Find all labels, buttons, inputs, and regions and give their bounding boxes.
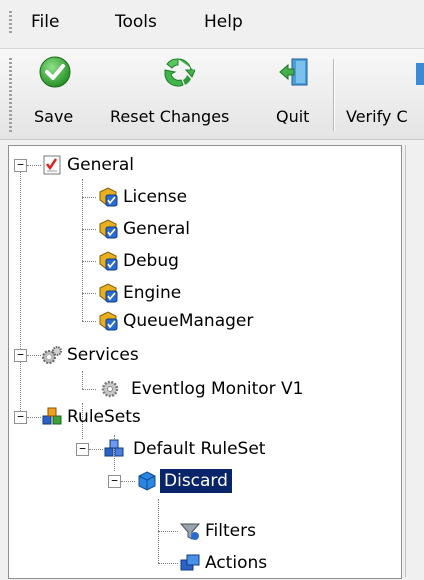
tree-node-label: General xyxy=(123,219,190,239)
tree-line xyxy=(82,261,96,262)
tree-line xyxy=(121,481,135,482)
tree-line xyxy=(27,417,41,418)
tree-node-label: QueueManager xyxy=(123,311,254,331)
gear-shield-icon xyxy=(99,283,118,303)
windows-icon xyxy=(180,554,200,571)
save-button[interactable]: Save xyxy=(24,49,82,139)
verify-button[interactable]: Verify C xyxy=(338,49,424,139)
toolbar-grip[interactable] xyxy=(9,58,12,134)
tree-line xyxy=(27,355,41,356)
checklist-icon xyxy=(43,155,61,175)
verify-icon xyxy=(416,63,424,85)
exit-door-icon xyxy=(279,58,308,86)
tree-node-label: General xyxy=(67,155,134,175)
tree-line xyxy=(89,449,103,450)
tree-line xyxy=(82,293,96,294)
checkmark-icon xyxy=(39,56,71,88)
toolbar-separator xyxy=(333,59,335,131)
tree-line xyxy=(82,321,96,322)
tree-line xyxy=(82,371,83,389)
tree-line xyxy=(20,165,21,411)
tree-line xyxy=(82,389,96,390)
reset-changes-button[interactable]: Reset Changes xyxy=(106,49,260,139)
funnel-icon xyxy=(179,523,201,540)
save-label: Save xyxy=(34,107,74,126)
collapse-default-ruleset-toggle[interactable]: − xyxy=(76,443,89,456)
quit-label: Quit xyxy=(276,107,310,126)
verify-label: Verify C xyxy=(346,107,408,126)
collapse-rulesets-toggle[interactable]: − xyxy=(14,411,27,424)
tree-node-label: Filters xyxy=(205,521,256,541)
menu-bar: File Tools Help xyxy=(0,0,424,44)
gear-shield-icon xyxy=(99,187,118,207)
tree-node-label: Actions xyxy=(205,553,268,573)
tree-line xyxy=(158,531,178,532)
tree-node-label: Discard xyxy=(160,469,232,493)
tree-node-label: Services xyxy=(67,345,139,365)
tree-line xyxy=(158,563,178,564)
collapse-services-toggle[interactable]: − xyxy=(14,349,27,362)
menu-grip[interactable] xyxy=(9,11,12,33)
tree-node-label: Default RuleSet xyxy=(133,439,266,459)
tree-node-label: License xyxy=(123,187,188,207)
menu-file[interactable]: File xyxy=(24,10,66,34)
collapse-general-toggle[interactable]: − xyxy=(14,159,27,172)
config-tree[interactable]: − − − − − General License General Debug … xyxy=(8,145,402,579)
blue-cubes-icon xyxy=(104,439,124,457)
toolbar: Save Reset Changes Quit Verify C xyxy=(0,48,424,140)
quit-button[interactable]: Quit xyxy=(266,49,328,139)
tree-line xyxy=(82,229,96,230)
menu-tools[interactable]: Tools xyxy=(108,10,164,34)
tree-line xyxy=(82,197,96,198)
tree-node-label: Eventlog Monitor V1 xyxy=(131,379,304,399)
recycle-arrows-icon xyxy=(164,58,195,87)
gears-icon xyxy=(42,346,62,364)
cubes-icon xyxy=(42,407,62,425)
gear-shield-icon xyxy=(99,251,118,271)
tree-node-label: RuleSets xyxy=(67,407,141,427)
reset-changes-label: Reset Changes xyxy=(110,107,230,126)
gear-icon xyxy=(101,380,119,398)
tree-line xyxy=(82,179,83,321)
tree-line xyxy=(27,165,41,166)
gear-shield-icon xyxy=(99,219,118,239)
gear-shield-icon xyxy=(99,311,118,331)
details-panel-edge xyxy=(405,145,424,577)
menu-help[interactable]: Help xyxy=(197,10,250,34)
blue-cube-icon xyxy=(138,471,156,491)
tree-node-label: Debug xyxy=(123,251,179,271)
tree-node-label: Engine xyxy=(123,283,182,303)
collapse-discard-toggle[interactable]: − xyxy=(108,475,121,488)
